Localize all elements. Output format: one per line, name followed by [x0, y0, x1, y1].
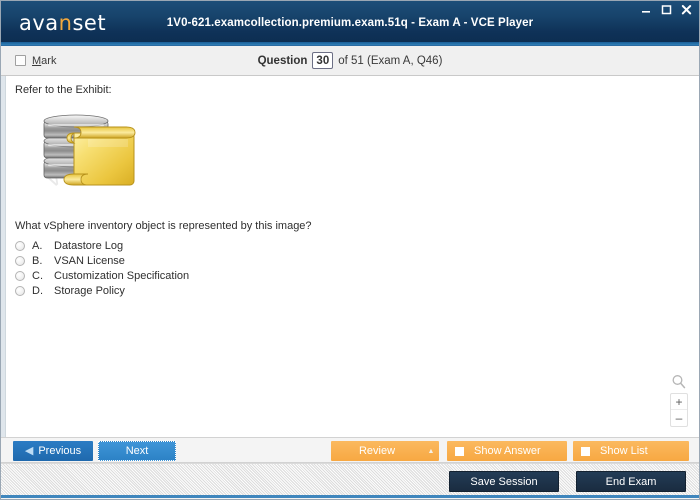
zoom-widget: + –: [669, 373, 689, 427]
show-answer-checkbox[interactable]: [455, 446, 464, 456]
question-word: Question: [257, 54, 308, 67]
zoom-out-button[interactable]: –: [671, 410, 687, 426]
radio-d[interactable]: [15, 285, 25, 296]
option-text-d: Storage Policy: [54, 284, 125, 297]
navigation-toolbar: ◀ Previous Next Review ▲ Show Answer Sho…: [1, 437, 699, 463]
answer-option-b[interactable]: B. VSAN License: [15, 253, 689, 268]
radio-c[interactable]: [15, 270, 25, 281]
mark-checkbox[interactable]: [15, 55, 26, 66]
show-list-label: Show List: [600, 445, 648, 457]
title-bar: avanset 1V0-621.examcollection.premium.e…: [1, 1, 699, 46]
show-answer-button[interactable]: Show Answer: [447, 441, 567, 461]
option-letter-b: B.: [32, 254, 43, 267]
show-answer-label: Show Answer: [474, 445, 541, 457]
maximize-icon[interactable]: [660, 3, 673, 16]
review-label: Review: [358, 445, 396, 457]
answer-option-c[interactable]: C. Customization Specification: [15, 268, 689, 283]
radio-b[interactable]: [15, 255, 25, 266]
answer-options: A. Datastore Log B. VSAN License C. Cust…: [15, 238, 689, 298]
question-number-input[interactable]: 30: [312, 52, 334, 69]
save-session-button[interactable]: Save Session: [449, 471, 559, 492]
option-text-a: Datastore Log: [54, 239, 124, 252]
exhibit-image: vmware: [30, 103, 150, 198]
question-content-area: Refer to the Exhibit: What vSphere inven…: [6, 76, 699, 437]
question-counter-rest: of 51 (Exam A, Q46): [338, 54, 443, 67]
mark-checkbox-group[interactable]: Mark: [15, 55, 56, 67]
minimize-icon[interactable]: [640, 3, 653, 16]
show-list-checkbox[interactable]: [581, 446, 590, 456]
question-header-bar: Mark Question 30 of 51 (Exam A, Q46): [1, 46, 699, 76]
footer-bar: Save Session End Exam: [1, 463, 699, 498]
next-label: Next: [125, 445, 149, 457]
zoom-stepper: + –: [670, 393, 688, 427]
option-letter-d: D.: [32, 284, 43, 297]
previous-label: Previous: [38, 445, 82, 457]
option-text-b: VSAN License: [54, 254, 125, 267]
zoom-in-button[interactable]: +: [671, 394, 687, 410]
answer-option-a[interactable]: A. Datastore Log: [15, 238, 689, 253]
option-letter-c: C.: [32, 269, 43, 282]
previous-button[interactable]: ◀ Previous: [13, 441, 93, 461]
mark-accel-letter: M: [32, 54, 42, 67]
magnifier-icon[interactable]: [670, 373, 688, 391]
datastore-policy-icon: vmware: [41, 114, 136, 193]
option-letter-a: A.: [32, 239, 43, 252]
caret-up-icon: ▲: [427, 447, 435, 455]
show-list-button[interactable]: Show List: [573, 441, 689, 461]
window-title: 1V0-621.examcollection.premium.exam.51q …: [166, 17, 534, 29]
answer-option-d[interactable]: D. Storage Policy: [15, 283, 689, 298]
option-text-c: Customization Specification: [54, 269, 190, 282]
radio-a[interactable]: [15, 240, 25, 251]
titlebar-underline: [1, 42, 699, 45]
review-button[interactable]: Review ▲: [331, 441, 439, 461]
question-text: What vSphere inventory object is represe…: [15, 220, 312, 232]
vce-player-window: avanset 1V0-621.examcollection.premium.e…: [0, 0, 700, 500]
content-shell: Refer to the Exhibit: What vSphere inven…: [1, 76, 699, 437]
next-button[interactable]: Next: [98, 441, 176, 461]
end-exam-button[interactable]: End Exam: [576, 471, 686, 492]
window-controls: [640, 3, 693, 16]
exhibit-label: Refer to the Exhibit:: [15, 84, 112, 96]
question-counter: Question 30 of 51 (Exam A, Q46): [1, 52, 699, 69]
close-icon[interactable]: [680, 3, 693, 16]
footer-underline: [1, 495, 699, 498]
mark-label: Mark: [32, 55, 56, 67]
chevron-left-icon: ◀: [24, 444, 34, 457]
mark-label-rest: ark: [41, 54, 57, 67]
